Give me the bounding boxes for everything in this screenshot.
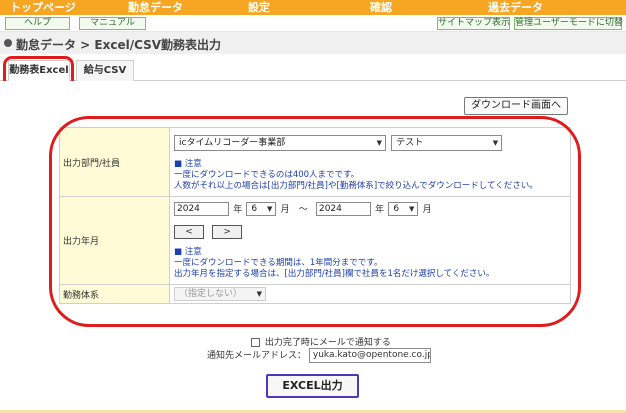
page-title: 勤怠データ > Excel/CSV勤務表出力 [16,38,222,52]
nav-past-data[interactable]: 過去データ [488,0,543,15]
tab-salary-csv[interactable]: 給与CSV [76,60,134,81]
tab-bar: 勤務表Excel 給与CSV [0,55,626,82]
notify-row: 出力完了時にメールで通知する [251,335,391,348]
notify-checkbox-label: 出力完了時にメールで通知する [264,338,391,348]
manual-button[interactable]: マニュアル [79,17,146,30]
bullet-icon [4,39,12,47]
admin-mode-button[interactable]: 管理ユーザーモードに切替 [514,17,623,30]
notify-checkbox[interactable] [251,338,260,347]
nav-confirm[interactable]: 確認 [370,0,392,15]
nav-top-page[interactable]: トップページ [10,0,76,15]
help-button[interactable]: ヘルプ [5,17,70,30]
page-title-bar: 勤怠データ > Excel/CSV勤務表出力 [0,32,626,54]
top-nav: トップページ 勤怠データ 設定 確認 過去データ [0,0,626,15]
sitemap-button[interactable]: サイトマップ表示 [437,17,510,30]
nav-attendance-data[interactable]: 勤怠データ [128,0,183,15]
nav-settings[interactable]: 設定 [248,0,270,15]
mail-label: 通知先メールアドレス： [207,351,307,361]
sub-bar: ヘルプ マニュアル サイトマップ表示 管理ユーザーモードに切替 [0,15,626,32]
excel-export-button[interactable]: EXCEL出力 [266,374,359,398]
download-page-button[interactable]: ダウンロード画面へ [464,97,568,115]
annotation-ring-form [49,116,581,327]
mail-row: 通知先メールアドレス： yuka.kato@opentone.co.jp [207,348,431,363]
mail-input[interactable]: yuka.kato@opentone.co.jp [308,348,431,363]
